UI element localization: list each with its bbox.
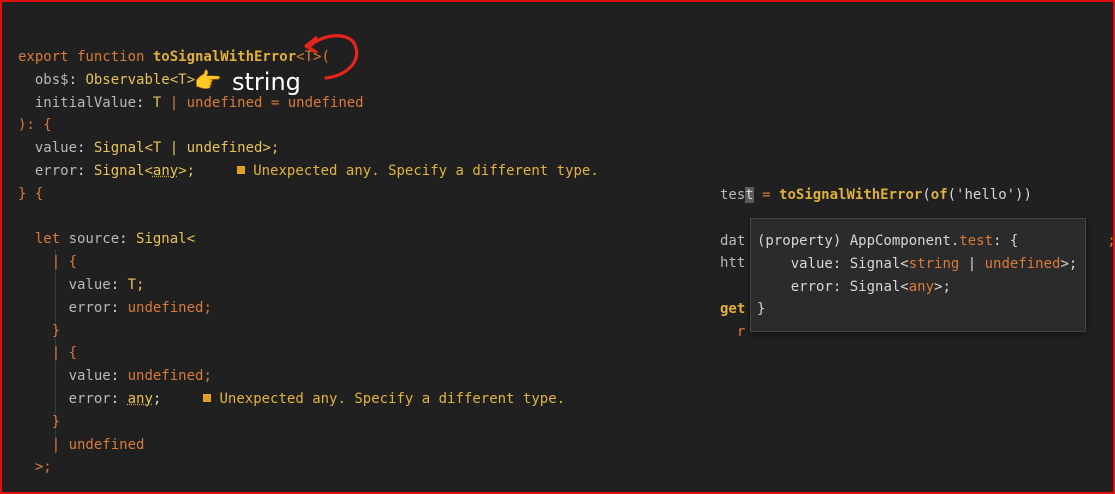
separator: : bbox=[77, 162, 94, 179]
code-line-6: error: Signal<any>; Unexpected any. Spec… bbox=[18, 160, 599, 183]
code-text: } bbox=[51, 413, 61, 430]
editor-frame: export function toSignalWithError<T>( ob… bbox=[0, 0, 1115, 494]
code-text: r bbox=[736, 323, 746, 340]
tooltip-type-arg: undefined bbox=[984, 255, 1061, 272]
prop-name: value bbox=[68, 368, 111, 385]
code-line-17: } bbox=[18, 411, 599, 434]
prop-name: error bbox=[34, 162, 78, 179]
prop-type: T; bbox=[127, 276, 145, 293]
code-text: | { bbox=[51, 345, 78, 362]
curved-arrow-icon bbox=[304, 34, 359, 80]
param-name: obs$ bbox=[34, 71, 69, 88]
code-line-7: } { bbox=[18, 183, 599, 206]
tooltip-type-arg: any bbox=[908, 278, 935, 295]
tooltip-key: value bbox=[790, 255, 833, 272]
code-line-13: } bbox=[18, 320, 599, 343]
tooltip-signature: (property) AppComponent. bbox=[757, 233, 960, 249]
prop-type: Signal<T | undefined>; bbox=[93, 140, 280, 157]
prop-name: error bbox=[68, 390, 111, 407]
separator: : bbox=[110, 299, 128, 316]
property-name: tes bbox=[720, 187, 746, 203]
separator: : bbox=[110, 368, 128, 385]
code-text: | undefined bbox=[51, 436, 145, 453]
prop-name: value bbox=[34, 140, 78, 157]
keyword: let bbox=[34, 231, 69, 248]
semicolon: ; bbox=[152, 390, 162, 407]
code-text: ): { bbox=[18, 117, 52, 134]
code-line-4: ): { bbox=[18, 114, 599, 137]
code-text: } bbox=[51, 322, 61, 339]
separator: : bbox=[110, 276, 128, 293]
code-line-14: | { bbox=[18, 342, 599, 365]
tooltip-line-2: value: Signal<string | undefined>; bbox=[757, 253, 1078, 276]
tooltip-key: error bbox=[790, 278, 833, 295]
any-type[interactable]: any bbox=[128, 391, 153, 407]
pointing-hand-icon: 👉 bbox=[194, 69, 222, 94]
lint-warning: Unexpected any. Specify a different type… bbox=[253, 162, 599, 179]
param-name: initialValue bbox=[34, 94, 137, 111]
variable-type: Signal< bbox=[136, 231, 196, 248]
tooltip-type-arg: string bbox=[908, 255, 960, 272]
tooltip-type: : Signal< bbox=[832, 278, 909, 295]
separator: : bbox=[77, 140, 94, 157]
code-text: } { bbox=[18, 185, 44, 202]
code-line-3: initialValue: T | undefined = undefined bbox=[18, 92, 599, 115]
separator: : bbox=[110, 390, 128, 407]
paren: ( bbox=[922, 187, 931, 203]
warning-icon bbox=[237, 165, 246, 174]
right-line-1: test = toSignalWithError(of('hello')) bbox=[720, 184, 1115, 207]
hover-tooltip: (property) AppComponent.test: { value: S… bbox=[750, 218, 1086, 332]
tooltip-line-4: } bbox=[757, 298, 1077, 321]
separator: : bbox=[68, 71, 86, 88]
code-line-19: >; bbox=[18, 456, 599, 479]
prop-type-end: >; bbox=[178, 162, 196, 179]
tooltip-union: | bbox=[959, 255, 985, 272]
warning-icon bbox=[203, 393, 212, 402]
code-line-16: error: any; Unexpected any. Specify a di… bbox=[18, 388, 599, 411]
keyword: get bbox=[720, 300, 746, 317]
function-call: toSignalWithError bbox=[779, 187, 923, 203]
prop-type: Signal< bbox=[93, 162, 153, 179]
separator: : bbox=[119, 231, 137, 248]
tooltip-line-1: (property) AppComponent.test: { bbox=[757, 230, 1077, 253]
code-line-9: let source: Signal< bbox=[18, 228, 599, 251]
prop-type: undefined; bbox=[127, 368, 212, 385]
prop-type: undefined; bbox=[127, 299, 212, 316]
tooltip-type-end: >; bbox=[934, 278, 951, 295]
separator: : bbox=[136, 94, 153, 111]
tooltip-brace: : { bbox=[993, 233, 1019, 249]
tooltip-brace: } bbox=[757, 301, 766, 318]
tooltip-type-end: >; bbox=[1060, 255, 1078, 272]
code-line-10: | { bbox=[18, 251, 599, 274]
operator: = bbox=[753, 187, 780, 203]
code-line-15: value: undefined; bbox=[18, 365, 599, 388]
tooltip-line-3: error: Signal<any>; bbox=[757, 276, 1077, 299]
variable-name: source bbox=[68, 231, 120, 248]
prop-name: value bbox=[68, 276, 111, 293]
code-editor-left[interactable]: export function toSignalWithError<T>( ob… bbox=[18, 46, 599, 479]
default-value: | undefined = undefined bbox=[161, 94, 364, 111]
code-line-5: value: Signal<T | undefined>; bbox=[18, 137, 599, 160]
of-call: of bbox=[930, 187, 948, 203]
param-type: Observable<T> bbox=[85, 71, 196, 88]
code-text: >; bbox=[34, 459, 52, 476]
property-name: htt bbox=[720, 255, 746, 272]
code-line-12: error: undefined; bbox=[18, 297, 599, 320]
code-line-18: | undefined bbox=[18, 434, 599, 457]
any-type[interactable]: any bbox=[153, 163, 178, 179]
function-name: toSignalWithError bbox=[152, 49, 297, 65]
code-line-11: value: T; bbox=[18, 274, 599, 297]
prop-name: error bbox=[68, 299, 111, 316]
semicolon: ; bbox=[1107, 232, 1115, 249]
tooltip-prop-name: test bbox=[959, 233, 994, 249]
lint-warning: Unexpected any. Specify a different type… bbox=[219, 390, 566, 407]
annotation-label: string bbox=[232, 68, 301, 96]
text-cursor[interactable]: t bbox=[745, 187, 754, 203]
call-args: ('hello')) bbox=[947, 187, 1032, 203]
code-text: | { bbox=[51, 254, 78, 271]
property-name: dat bbox=[720, 232, 746, 249]
keyword: export function bbox=[18, 49, 153, 65]
tooltip-type: : Signal< bbox=[832, 255, 909, 272]
